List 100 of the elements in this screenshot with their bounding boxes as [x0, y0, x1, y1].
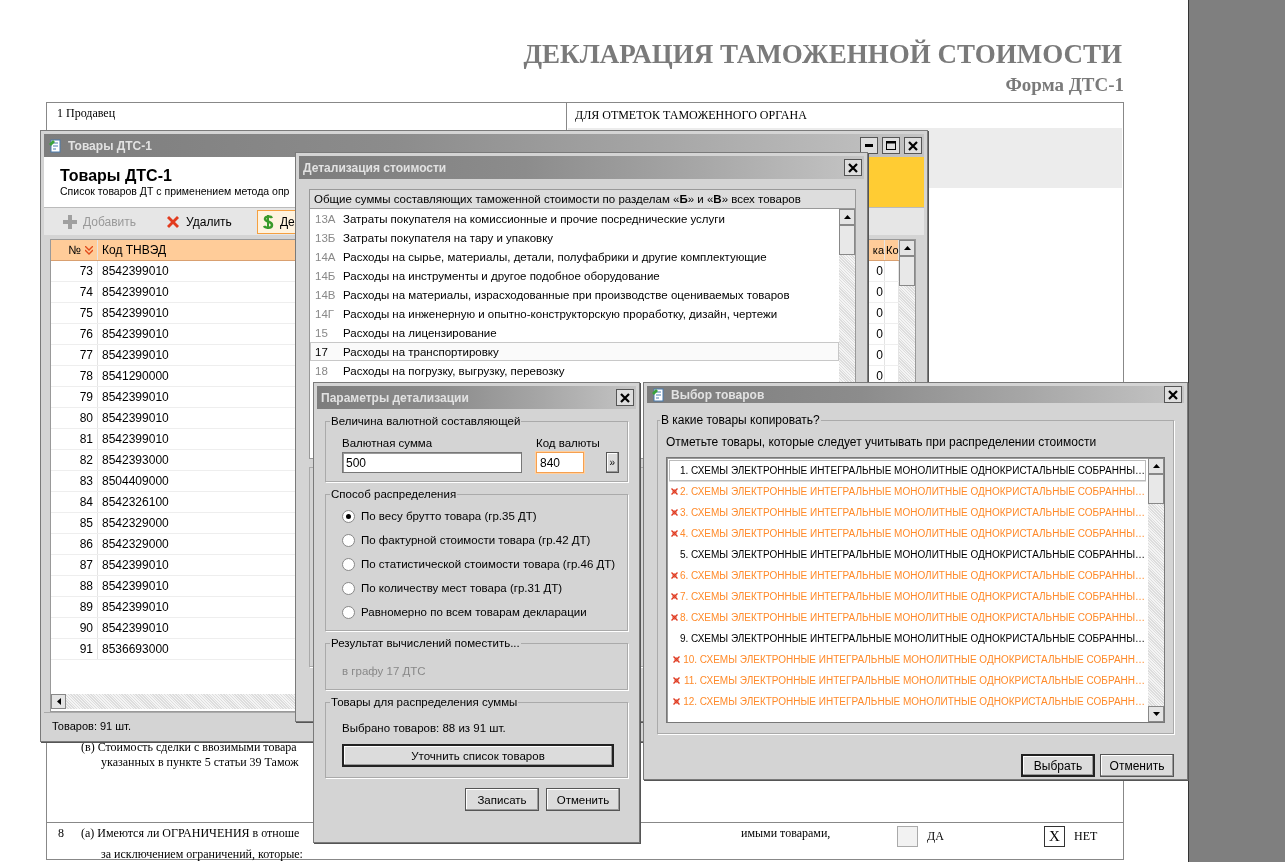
refine-list-button[interactable]: Уточнить список товаров — [342, 744, 614, 767]
scroll-down-button[interactable] — [1148, 706, 1164, 722]
form-name: Форма ДТС-1 — [1005, 74, 1124, 95]
group-label: Величина валютной составляющей — [330, 415, 522, 427]
table-cell: 90 — [51, 618, 98, 638]
dialog-button[interactable]: Отменить — [1100, 754, 1174, 777]
plus-icon — [63, 214, 77, 229]
table-cell: 85 — [51, 513, 98, 533]
toolbar-button[interactable]: Удалить — [153, 209, 245, 234]
field-label: Код валюты — [536, 437, 600, 449]
form-text: за исключением ограничений, которые: — [100, 847, 303, 862]
maximize-button[interactable] — [882, 137, 900, 154]
scroll-thumb[interactable] — [839, 225, 855, 255]
table-cell: 74 — [51, 282, 98, 302]
status-text: Товаров: 91 шт. — [52, 719, 131, 732]
field-label: Валютная сумма — [342, 437, 434, 449]
window-title: Параметры детализации — [321, 390, 469, 405]
dollar-icon — [261, 213, 274, 230]
close-icon — [1168, 389, 1178, 400]
amount-field[interactable]: 500 — [342, 452, 522, 473]
checkbox[interactable] — [897, 826, 918, 847]
scroll-thumb[interactable] — [899, 256, 915, 286]
minimize-button[interactable] — [860, 137, 878, 154]
group-label: Результат вычислений поместить... — [330, 637, 521, 649]
field-label: 1 Продавец — [57, 106, 116, 120]
panel-subtitle: Список товаров ДТ с применением метода опр — [60, 185, 290, 197]
close-button[interactable] — [1164, 386, 1182, 403]
close-button[interactable] — [844, 159, 862, 176]
table-cell: 80 — [51, 408, 98, 428]
document-icon — [48, 137, 64, 154]
window-title: Товары ДТС-1 — [68, 138, 152, 153]
result-text: в графу 17 ДТС — [342, 665, 426, 677]
table-cell: 77 — [51, 345, 98, 365]
up-arrow-icon — [1152, 464, 1160, 468]
table-cell: 75 — [51, 303, 98, 323]
list-item[interactable]: 13А Затраты покупателя на комиссионные и прочие посреднические услуги — [310, 209, 839, 228]
left-arrow-icon — [56, 698, 61, 705]
radio-button[interactable] — [342, 605, 355, 619]
form-text: имыми товарами, — [741, 826, 831, 841]
table-cell: 87 — [51, 555, 98, 575]
group-label: Товары для распределения суммы — [330, 696, 519, 708]
radio-label: По статистической стоимости товара (гр.46 ДТ) — [361, 558, 616, 570]
table-cell: 91 — [51, 639, 98, 659]
picker-button[interactable]: » — [605, 452, 619, 473]
radio-label: По фактурной стоимости товара (гр.42 ДТ) — [361, 534, 591, 546]
dialog-button[interactable]: Выбрать — [1021, 754, 1095, 777]
table-cell: 78 — [51, 366, 98, 386]
item-number: 8 — [58, 826, 65, 841]
scroll-up-button[interactable] — [1148, 458, 1164, 474]
dialog-button[interactable]: Отменить — [546, 788, 620, 811]
group-label: В какие товары копировать? — [660, 413, 821, 427]
delete-icon — [166, 214, 181, 229]
document-icon — [651, 386, 667, 403]
window-title: Детализация стоимости — [303, 160, 447, 175]
list-item[interactable]: 15 Расходы на лицензирование — [310, 323, 839, 342]
form-text: (в) Стоимость сделки с ввозимыми товара — [81, 740, 297, 755]
up-arrow-icon — [903, 246, 911, 250]
column-header[interactable]: № — [51, 240, 98, 260]
table-cell: 76 — [51, 324, 98, 344]
close-icon — [848, 162, 858, 173]
list-item[interactable]: 14Г Расходы на инженерную и опытно-конструкторскую проработку, дизайн, чертежи — [310, 304, 839, 323]
maximize-icon — [886, 141, 896, 150]
table-cell: 81 — [51, 429, 98, 449]
field-label: ДЛЯ ОТМЕТОК ТАМОЖЕННОГО ОРГАНА — [574, 107, 808, 124]
form-text: (а) Имеются ли ОГРАНИЧЕНИЯ в отноше — [81, 826, 300, 841]
radio-label: По количеству мест товара (гр.31 ДТ) — [361, 582, 563, 594]
list-item[interactable]: 1. СХЕМЫ ЭЛЕКТРОННЫЕ ИНТЕГРАЛЬНЫЕ МОНОЛИТНЫЕ ОДНОКРИСТАЛЬНЫЕ СОБРАННЫ… — [669, 460, 1146, 481]
scroll-left-button[interactable] — [51, 694, 66, 709]
radio-button[interactable] — [342, 557, 355, 571]
option-label: ДА — [927, 829, 944, 844]
form-text: указанных в пункте 5 статьи 39 Тамож — [101, 755, 299, 770]
sort-icon — [85, 245, 93, 255]
checkbox[interactable]: X — [1044, 826, 1065, 847]
close-button[interactable] — [904, 137, 922, 154]
close-icon — [908, 140, 918, 151]
down-arrow-icon — [1152, 712, 1160, 716]
list-item[interactable]: 17 Расходы на транспортировку — [310, 342, 839, 361]
list-item[interactable]: 14В Расходы на материалы, израсходованные при производстве оцениваемых товаров — [310, 285, 839, 304]
table-cell: 73 — [51, 261, 98, 281]
scroll-up-button[interactable] — [899, 240, 915, 256]
table-cell: 84 — [51, 492, 98, 512]
radio-button[interactable] — [342, 581, 355, 595]
table-cell: 88 — [51, 576, 98, 596]
radio-button[interactable] — [342, 533, 355, 547]
table-cell: 83 — [51, 471, 98, 491]
window-title: Выбор товаров — [671, 387, 765, 402]
table-cell: 79 — [51, 387, 98, 407]
radio-button[interactable] — [342, 509, 355, 523]
scrollbar[interactable] — [1148, 458, 1164, 722]
dialog-button[interactable]: Записать — [465, 788, 539, 811]
currency-code-field[interactable]: 840 — [536, 452, 584, 473]
close-button[interactable] — [616, 389, 634, 406]
scroll-thumb[interactable] — [1148, 474, 1164, 504]
close-icon — [620, 392, 630, 403]
list-item[interactable]: 13Б Затраты покупателя на тару и упаковку — [310, 228, 839, 247]
minimize-icon — [865, 144, 873, 147]
count-text: Выбрано товаров: 88 из 91 шт. — [342, 722, 506, 734]
table-cell: 86 — [51, 534, 98, 554]
option-label: НЕТ — [1074, 829, 1098, 844]
scroll-up-button[interactable] — [839, 209, 855, 225]
